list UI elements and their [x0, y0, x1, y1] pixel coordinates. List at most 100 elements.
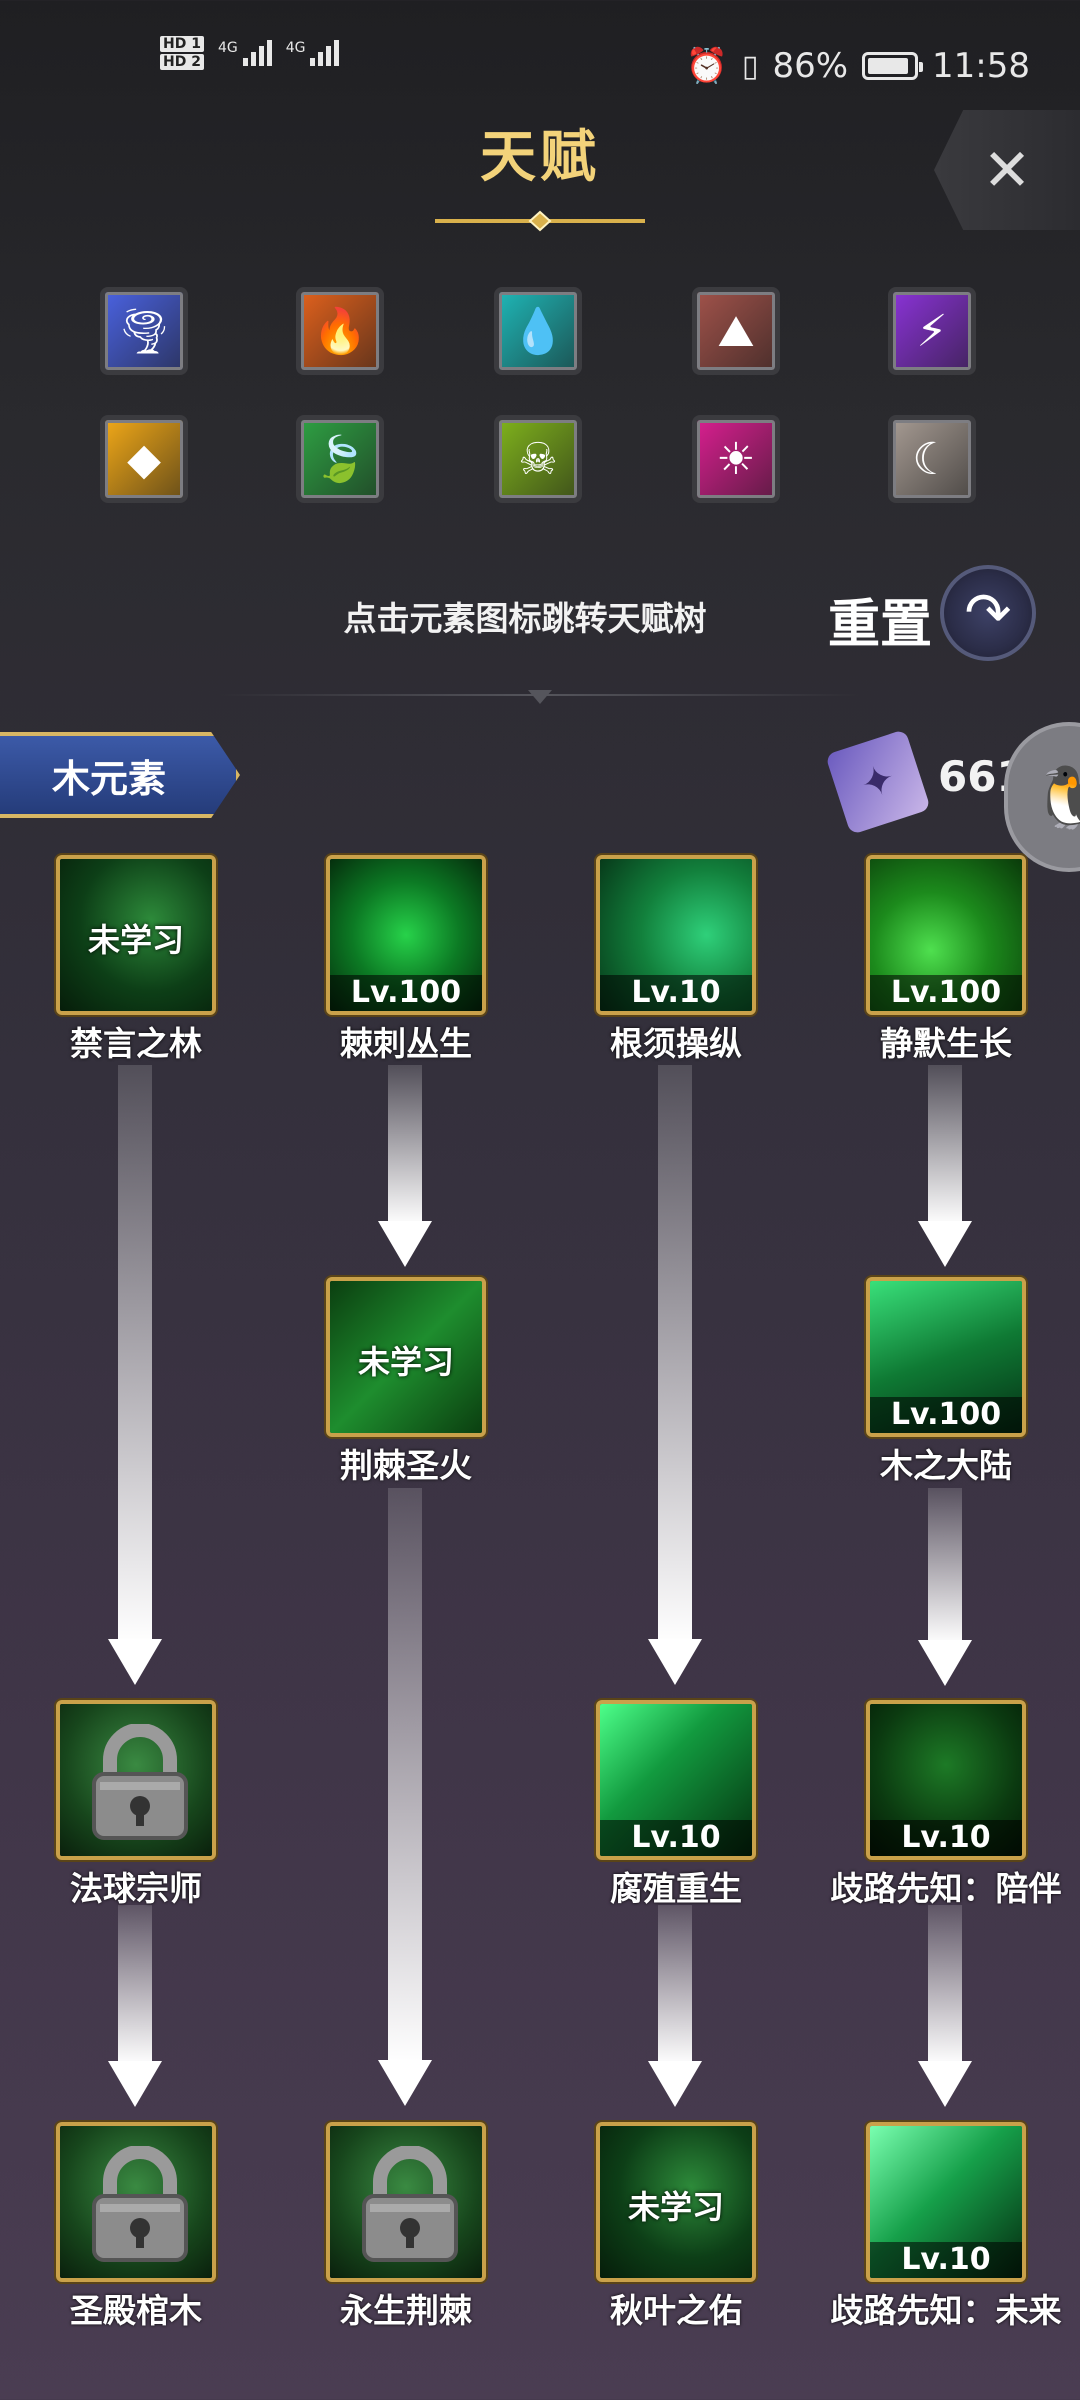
- element-jump-hint: 点击元素图标跳转天赋树: [343, 599, 707, 638]
- reset-icon: ↷: [964, 580, 1012, 646]
- current-element-label: 木元素: [52, 756, 167, 801]
- talent-icon[interactable]: Lv.10: [596, 855, 756, 1015]
- talent-node[interactable]: Lv.100 静默生长: [866, 855, 1026, 1063]
- hd-icons: HD 1 HD 2: [160, 36, 204, 70]
- page-title: 天赋: [480, 125, 600, 190]
- arrow-col2-a: [378, 1065, 432, 1267]
- arrow-col4-c: [918, 1905, 972, 2107]
- title-ornament: [435, 210, 645, 232]
- talent-icon[interactable]: [56, 1700, 216, 1860]
- fire-element-button[interactable]: 🔥: [296, 287, 384, 375]
- divider-ornament: [528, 690, 552, 704]
- battery-icon: [862, 52, 924, 80]
- talent-name: 木之大陆: [880, 1446, 1012, 1485]
- talent-node[interactable]: Lv.10 腐殖重生: [596, 1700, 756, 1908]
- arrow-col3-a: [648, 1065, 702, 1685]
- reset-label[interactable]: 重置: [828, 582, 932, 657]
- talent-node[interactable]: 永生荆棘: [326, 2122, 486, 2330]
- arrow-col1-b: [108, 1905, 162, 2107]
- talent-level: Lv.100: [330, 975, 482, 1011]
- hd2-icon: HD 2: [160, 54, 204, 70]
- talent-scroll-icon: ✦: [825, 729, 931, 835]
- close-button[interactable]: ✕: [934, 110, 1080, 230]
- wood-element-icon: 🍃: [312, 434, 368, 485]
- talent-icon[interactable]: Lv.10: [866, 2122, 1026, 2282]
- light-element-button[interactable]: ◆: [100, 415, 188, 503]
- talent-node[interactable]: 未学习 秋叶之佑: [596, 2122, 756, 2330]
- talent-name: 歧路先知：未来: [830, 2291, 1062, 2330]
- sun-element-icon: ☀: [716, 433, 756, 485]
- talent-name: 荆棘圣火: [340, 1446, 472, 1485]
- wind-element-icon: 🌪: [116, 306, 172, 357]
- floating-assistant-button[interactable]: 🐧: [1004, 722, 1080, 872]
- arrow-col1-a: [108, 1065, 162, 1685]
- talent-node[interactable]: 圣殿棺木: [56, 2122, 216, 2330]
- status-bar: HD 1 HD 2 4G 4G ⏰ ▯ 86% 11:58: [0, 0, 1080, 120]
- earth-element-button[interactable]: ⛰: [692, 287, 780, 375]
- arrow-col3-b: [648, 1905, 702, 2107]
- arrow-col4-b: [918, 1488, 972, 1686]
- fire-element-icon: 🔥: [312, 306, 368, 357]
- moon-element-icon: ☾: [912, 433, 952, 485]
- talent-name: 静默生长: [880, 1024, 1012, 1063]
- talent-node[interactable]: 法球宗师: [56, 1700, 216, 1908]
- battery-percent: 86%: [772, 46, 849, 86]
- talent-icon[interactable]: Lv.100: [866, 855, 1026, 1015]
- talent-level: Lv.100: [870, 1397, 1022, 1433]
- poison-element-button[interactable]: ☠: [494, 415, 582, 503]
- signal-1-icon: 4G: [218, 40, 272, 66]
- clock: 11:58: [932, 46, 1030, 86]
- water-element-button[interactable]: 💧: [494, 287, 582, 375]
- reset-button[interactable]: ↷: [940, 565, 1036, 661]
- talent-name: 法球宗师: [70, 1869, 202, 1908]
- water-element-icon: 💧: [510, 306, 566, 357]
- talent-node[interactable]: Lv.100 棘刺丛生: [326, 855, 486, 1063]
- talent-icon[interactable]: Lv.100: [326, 855, 486, 1015]
- talent-icon[interactable]: Lv.10: [866, 1700, 1026, 1860]
- talent-icon[interactable]: 未学习: [326, 1277, 486, 1437]
- arrow-col2-b: [378, 1488, 432, 2106]
- talent-unlearned-label: 未学习: [87, 921, 184, 959]
- talent-node[interactable]: 未学习 荆棘圣火: [326, 1277, 486, 1485]
- talent-name: 根须操纵: [610, 1024, 742, 1063]
- talent-icon[interactable]: [326, 2122, 486, 2282]
- talent-unlearned-label: 未学习: [357, 1343, 454, 1381]
- talent-icon[interactable]: 未学习: [596, 2122, 756, 2282]
- talent-node[interactable]: 未学习 禁言之林: [56, 855, 216, 1063]
- talent-name: 永生荆棘: [340, 2291, 472, 2330]
- talent-level: Lv.10: [600, 1820, 752, 1856]
- close-icon: ✕: [982, 136, 1032, 204]
- network-indicators: HD 1 HD 2 4G 4G: [160, 36, 340, 70]
- wood-element-button[interactable]: 🍃: [296, 415, 384, 503]
- thunder-element-icon: ⚡: [916, 305, 948, 357]
- network-type-2: 4G: [285, 40, 306, 56]
- moon-element-button[interactable]: ☾: [888, 415, 976, 503]
- talent-level: Lv.10: [870, 2242, 1022, 2278]
- talent-node[interactable]: Lv.10 歧路先知：陪伴: [831, 1700, 1062, 1908]
- status-right: ⏰ ▯ 86% 11:58: [686, 46, 1030, 86]
- current-element-tag: 木元素: [0, 732, 240, 818]
- alarm-icon: ⏰: [685, 46, 728, 86]
- talent-node[interactable]: Lv.100 木之大陆: [866, 1277, 1026, 1485]
- talent-name: 棘刺丛生: [340, 1024, 472, 1063]
- vibrate-icon: ▯: [741, 48, 759, 84]
- talent-level: Lv.100: [870, 975, 1022, 1011]
- earth-element-icon: ⛰: [717, 305, 755, 357]
- talent-name: 禁言之林: [70, 1024, 202, 1063]
- sun-element-button[interactable]: ☀: [692, 415, 780, 503]
- talent-icon[interactable]: Lv.10: [596, 1700, 756, 1860]
- talent-node[interactable]: Lv.10 根须操纵: [596, 855, 756, 1063]
- penguin-icon: 🐧: [1030, 762, 1080, 833]
- talent-level: Lv.10: [600, 975, 752, 1011]
- arrow-col4-a: [918, 1065, 972, 1267]
- thunder-element-button[interactable]: ⚡: [888, 287, 976, 375]
- talent-name: 腐殖重生: [610, 1869, 742, 1908]
- wind-element-button[interactable]: 🌪: [100, 287, 188, 375]
- talent-name: 秋叶之佑: [610, 2291, 742, 2330]
- talent-name: 歧路先知：陪伴: [830, 1869, 1062, 1908]
- talent-icon[interactable]: 未学习: [56, 855, 216, 1015]
- talent-node[interactable]: Lv.10 歧路先知：未来: [831, 2122, 1062, 2330]
- talent-icon[interactable]: [56, 2122, 216, 2282]
- talent-icon[interactable]: Lv.100: [866, 1277, 1026, 1437]
- poison-element-icon: ☠: [518, 433, 558, 485]
